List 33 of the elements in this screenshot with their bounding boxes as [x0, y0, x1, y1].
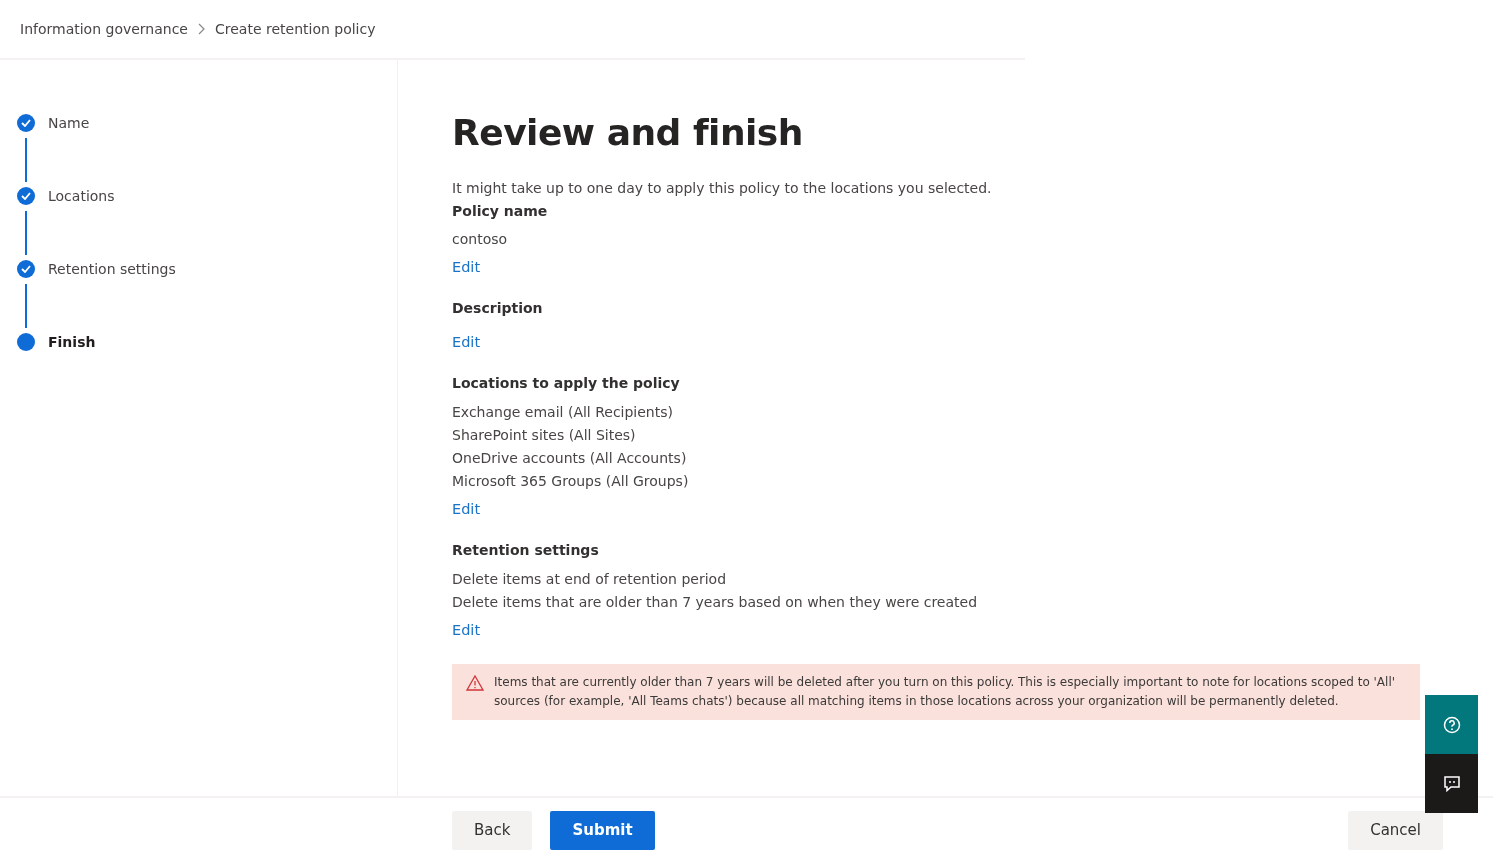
submit-button[interactable]: Submit — [550, 810, 655, 850]
chevron-right-icon — [198, 23, 205, 35]
back-button[interactable]: Back — [452, 810, 533, 850]
section-value: OneDrive accounts (All Accounts) — [452, 449, 688, 468]
help-button[interactable] — [1425, 695, 1478, 754]
step-label[interactable]: Name — [48, 114, 90, 132]
section-value: Exchange email (All Recipients) — [452, 403, 674, 422]
edit-link[interactable]: Edit — [452, 498, 481, 521]
warning-icon — [466, 675, 484, 691]
step-label[interactable]: Finish — [48, 333, 96, 351]
section-value: Delete items that are older than 7 years based on when they were created — [452, 593, 979, 612]
section-heading: Description — [452, 299, 544, 318]
page-title: Review and finish — [452, 112, 804, 153]
step-label[interactable]: Locations — [48, 187, 115, 205]
cancel-button[interactable]: Cancel — [1348, 810, 1443, 850]
breadcrumb-link[interactable]: Information governance — [20, 21, 188, 37]
help-icon — [1442, 715, 1461, 734]
section-value: Delete items at end of retention period — [452, 570, 727, 589]
feedback-button[interactable] — [1425, 754, 1478, 813]
step-label[interactable]: Retention settings — [48, 260, 176, 278]
section-heading: Policy name — [452, 202, 549, 221]
section-value: SharePoint sites (All Sites) — [452, 426, 637, 445]
section-value: Microsoft 365 Groups (All Groups) — [452, 472, 690, 491]
section-heading: Retention settings — [452, 541, 600, 560]
breadcrumb-current: Create retention policy — [215, 21, 376, 37]
warning-text: Items that are currently older than 7 years will be deleted after you turn on this policy. This is especially important to note for locations scoped to 'All' sources (for example, 'All Teams chats') because all matching items in those locations across your organization will be permanently deleted. — [494, 674, 1397, 710]
chat-bubble-icon — [1442, 774, 1461, 793]
edit-link[interactable]: Edit — [452, 619, 481, 642]
edit-link[interactable]: Edit — [452, 331, 481, 354]
intro-text: It might take up to one day to apply this policy to the locations you selected. — [452, 179, 993, 198]
section-heading: Locations to apply the policy — [452, 374, 681, 393]
section-value: contoso — [452, 230, 509, 249]
edit-link[interactable]: Edit — [452, 256, 481, 279]
